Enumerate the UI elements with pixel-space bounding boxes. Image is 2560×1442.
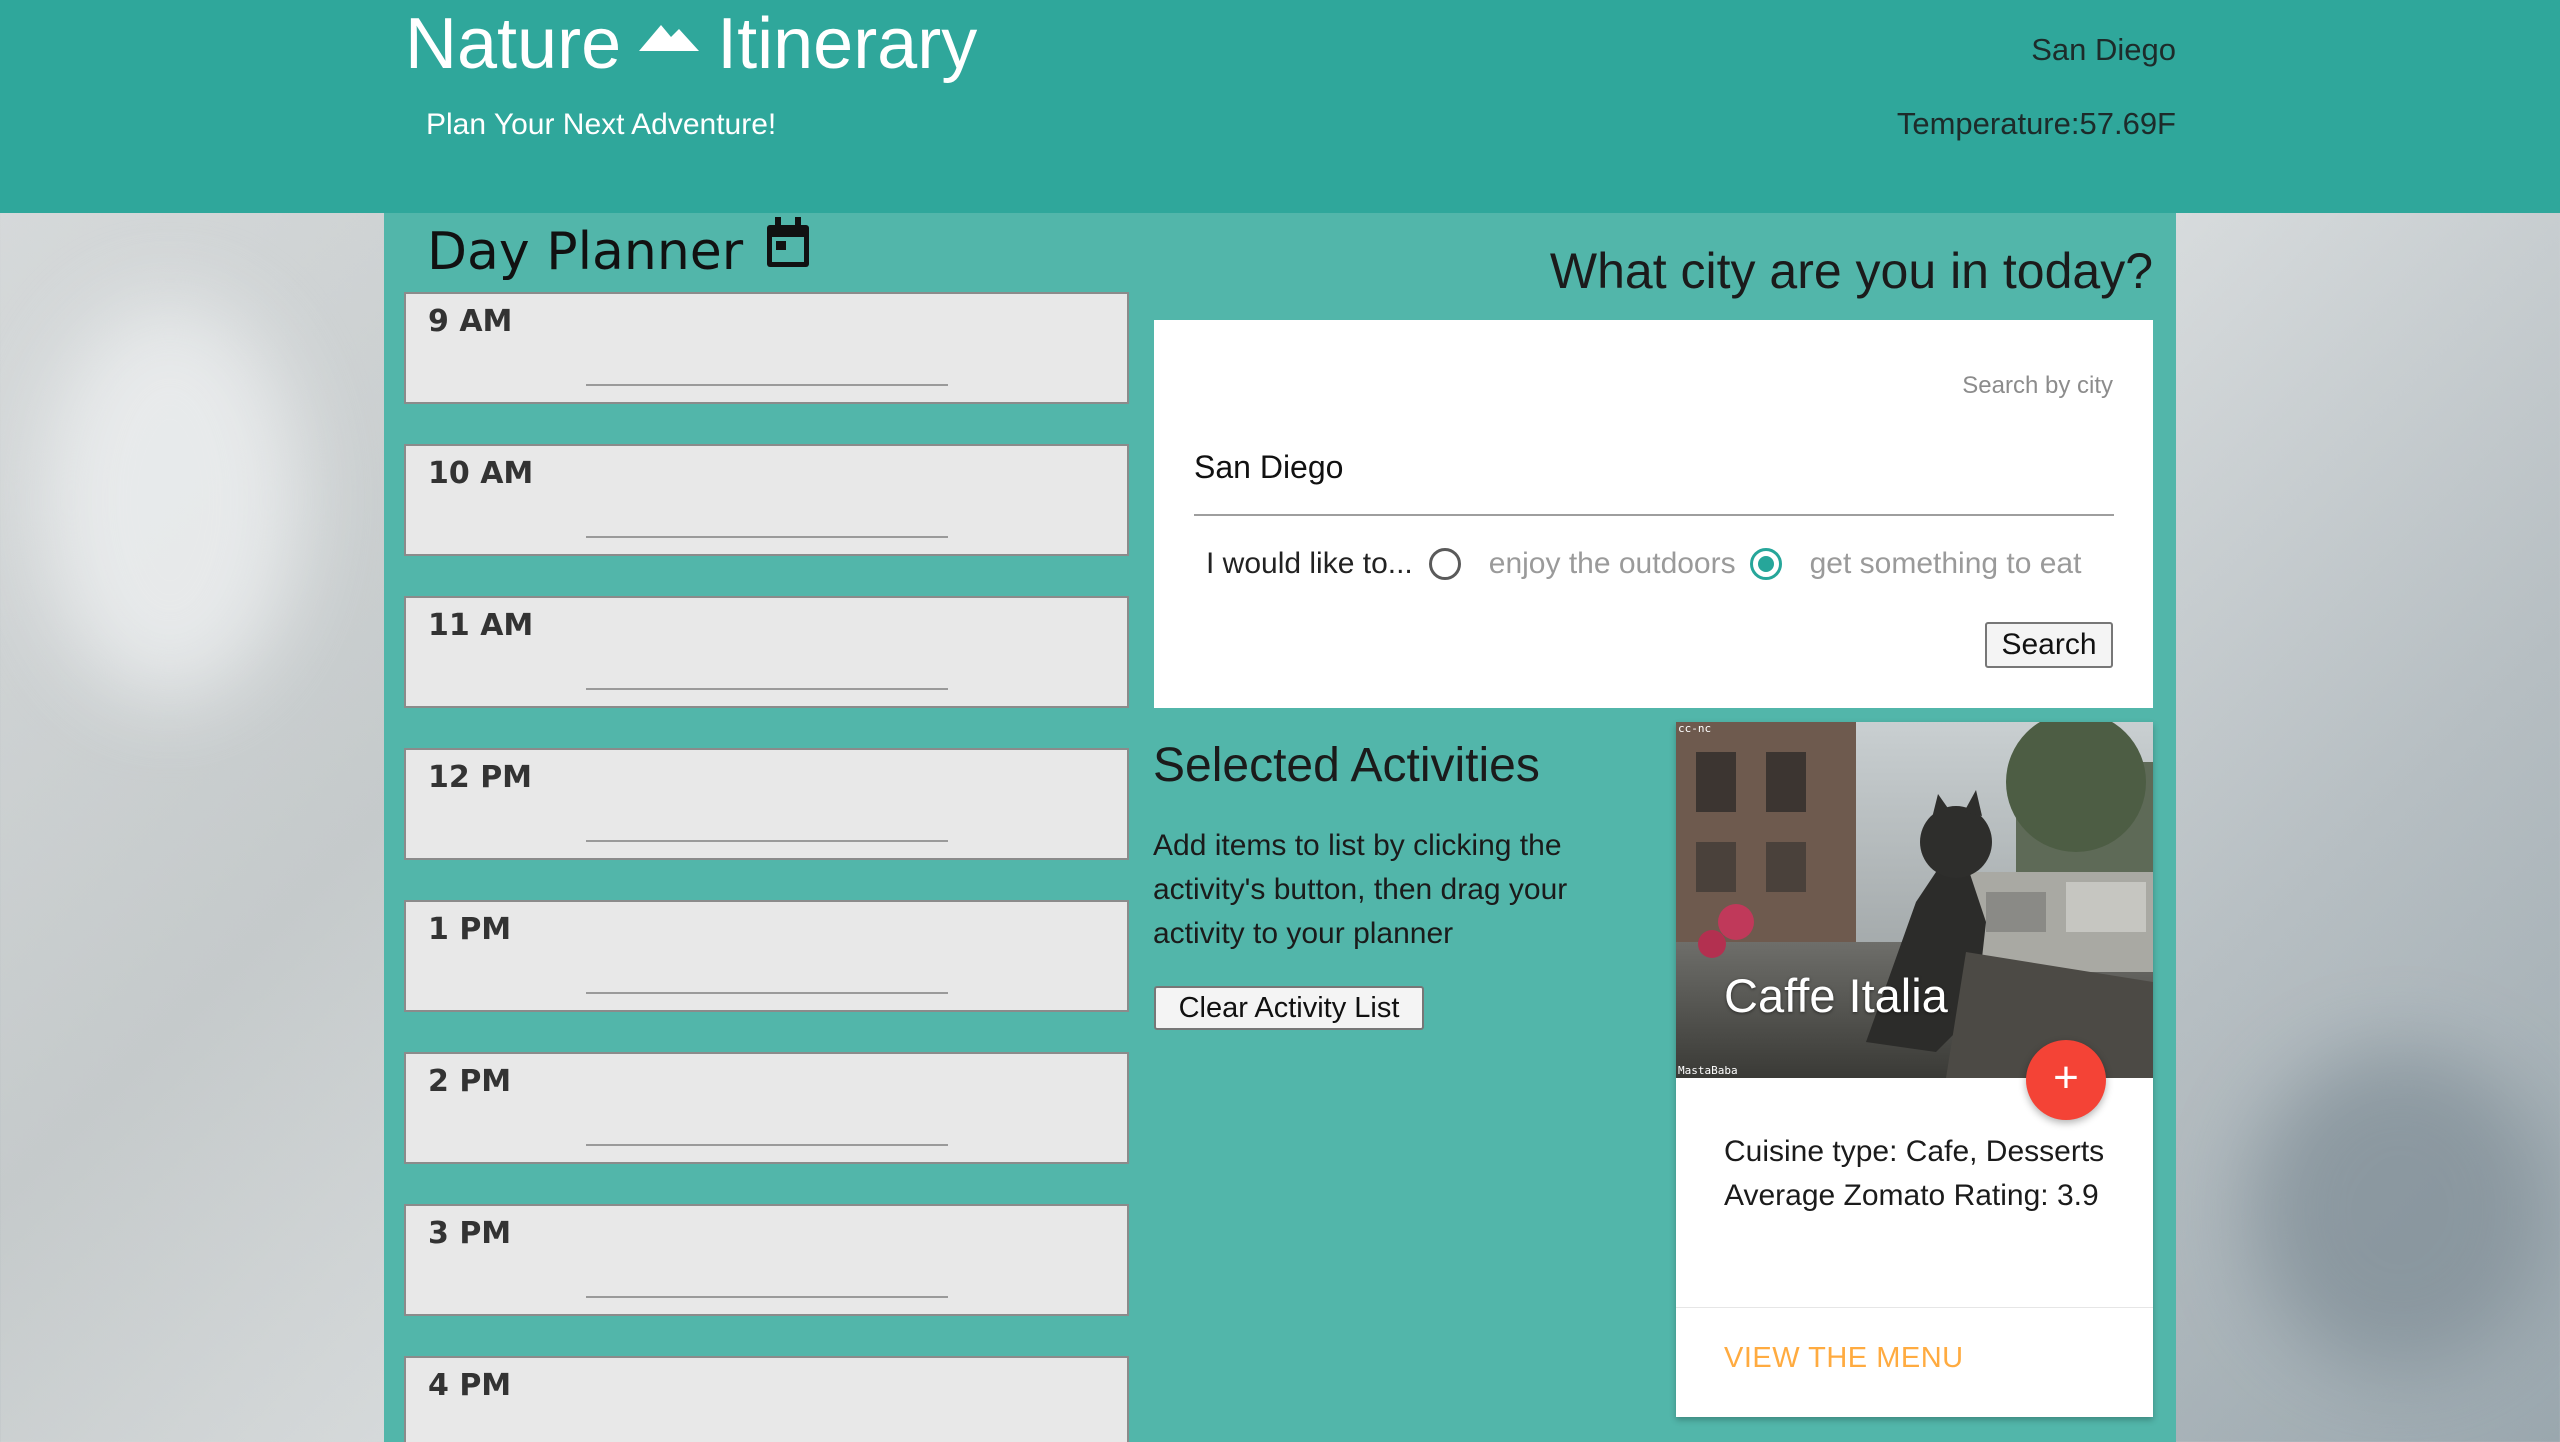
time-slot-12pm[interactable]: 12 PM [404,748,1129,860]
background-cloud [40,300,300,700]
brand-name-left: Nature [405,4,622,84]
background-cloud [2250,1050,2550,1370]
time-slot-label: 1 PM [428,912,512,947]
view-menu-link[interactable]: VIEW THE MENU [1724,1342,1964,1375]
city-search-input[interactable] [1194,420,2114,516]
zomato-rating: Average Zomato Rating: 3.9 [1724,1179,2099,1212]
activity-card[interactable]: cc-nc MastaBaba Caffe Italia + Cuisine t… [1676,722,2153,1417]
time-slot-2pm[interactable]: 2 PM [404,1052,1129,1164]
option-label-enjoy-outdoors[interactable]: enjoy the outdoors [1489,547,1736,581]
drop-line [586,840,948,842]
image-credit-top: cc-nc [1678,722,1712,735]
clear-activity-list-button[interactable]: Clear Activity List [1154,986,1424,1030]
selected-activities-title: Selected Activities [1153,739,1540,792]
time-slot-label: 11 AM [428,608,534,643]
calendar-icon [767,217,810,267]
cuisine-type: Cuisine type: Cafe, Desserts [1724,1135,2105,1168]
image-credit-bottom: MastaBaba [1678,1064,1738,1077]
drop-line [586,992,948,994]
time-slot-9am[interactable]: 9 AM [404,292,1129,404]
current-temperature: Temperature:57.69F [1896,106,2176,141]
planner-title: Day Planner [427,217,811,282]
preference-lead-label: I would like to... [1206,547,1413,580]
tagline: Plan Your Next Adventure! [426,108,777,141]
search-form: Search by city I would like to... enjoy … [1154,320,2153,708]
cat-statue-photo [1676,722,2153,1078]
drop-line [586,688,948,690]
activity-preference-group: I would like to... enjoy the outdoors ge… [1206,544,2095,584]
brand-name-right: Itinerary [717,4,978,84]
planner-title-text: Day Planner [427,222,744,282]
time-slot-label: 12 PM [428,760,533,795]
plus-icon: + [2053,1053,2079,1102]
site-header: Nature Itinerary Plan Your Next Adventur… [0,0,2560,213]
site-logo[interactable]: Nature Itinerary [405,4,977,84]
activity-title: Caffe Italia [1724,969,1948,1022]
search-field-label: Search by city [1962,372,2113,399]
time-slot-label: 2 PM [428,1064,512,1099]
radio-get-something-to-eat[interactable] [1749,548,1782,580]
current-city: San Diego [2031,32,2176,67]
drop-line [586,1144,948,1146]
radio-enjoy-outdoors[interactable] [1428,548,1461,580]
time-slot-10am[interactable]: 10 AM [404,444,1129,556]
time-slot-4pm[interactable]: 4 PM [404,1356,1129,1442]
search-button[interactable]: Search [1985,622,2113,668]
drop-line [586,384,948,386]
selected-activities-description: Add items to list by clicking the activi… [1153,829,1568,950]
drop-line [586,536,948,538]
city-question: What city are you in today? [1549,243,2153,299]
drop-line [586,1296,948,1298]
card-divider [1676,1307,2153,1308]
time-slot-11am[interactable]: 11 AM [404,596,1129,708]
time-slot-3pm[interactable]: 3 PM [404,1204,1129,1316]
option-label-get-something-to-eat[interactable]: get something to eat [1810,547,2082,581]
time-slot-label: 3 PM [428,1216,512,1251]
activity-image: cc-nc MastaBaba Caffe Italia [1676,722,2153,1078]
mountain-icon [639,25,700,51]
time-slot-label: 10 AM [428,456,534,491]
activity-details: Cuisine type: Cafe, Desserts Average Zom… [1724,1130,2124,1218]
add-activity-button[interactable]: + [2026,1040,2106,1120]
time-slot-1pm[interactable]: 1 PM [404,900,1129,1012]
time-slot-label: 9 AM [428,304,513,339]
time-slot-label: 4 PM [428,1368,512,1403]
